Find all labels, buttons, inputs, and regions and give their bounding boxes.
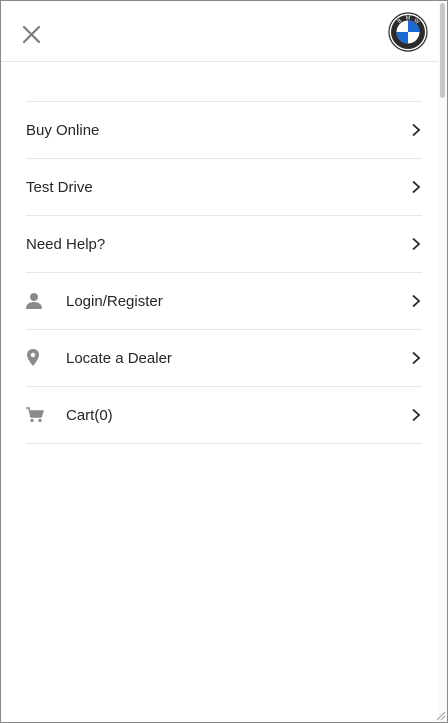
person-icon xyxy=(26,291,66,311)
chevron-right-icon xyxy=(412,351,421,365)
scrollbar[interactable] xyxy=(438,1,447,722)
scrollbar-thumb[interactable] xyxy=(440,3,445,98)
menu-item-test-drive[interactable]: Test Drive xyxy=(26,159,422,216)
menu-header: B M W xyxy=(1,1,447,62)
menu-item-label: Need Help? xyxy=(26,235,106,253)
logo-letter-m: M xyxy=(406,16,411,22)
menu-item-locate-dealer[interactable]: Locate a Dealer xyxy=(26,330,422,387)
menu-item-login-register[interactable]: Login/Register xyxy=(26,273,422,330)
chevron-right-icon xyxy=(412,237,421,251)
cart-icon xyxy=(26,405,66,425)
resize-grip-icon[interactable] xyxy=(434,709,446,721)
location-pin-icon xyxy=(26,348,66,368)
close-button[interactable] xyxy=(19,21,45,47)
menu-item-label: Buy Online xyxy=(26,121,100,139)
menu-item-cart[interactable]: Cart(0) xyxy=(26,387,422,444)
menu-item-buy-online[interactable]: Buy Online xyxy=(26,102,422,159)
close-icon xyxy=(22,25,41,44)
menu-panel: B M W Buy Online Test Drive Need Help? L… xyxy=(0,0,448,723)
menu-item-label: Test Drive xyxy=(26,178,93,196)
nav-menu: Buy Online Test Drive Need Help? Login/R… xyxy=(26,101,422,444)
chevron-right-icon xyxy=(412,180,421,194)
menu-item-label: Locate a Dealer xyxy=(66,349,172,367)
menu-item-label: Login/Register xyxy=(66,292,163,310)
chevron-right-icon xyxy=(412,123,421,137)
menu-item-label: Cart(0) xyxy=(66,406,113,424)
bmw-logo[interactable]: B M W xyxy=(388,12,428,52)
menu-item-need-help[interactable]: Need Help? xyxy=(26,216,422,273)
chevron-right-icon xyxy=(412,294,421,308)
chevron-right-icon xyxy=(412,408,421,422)
